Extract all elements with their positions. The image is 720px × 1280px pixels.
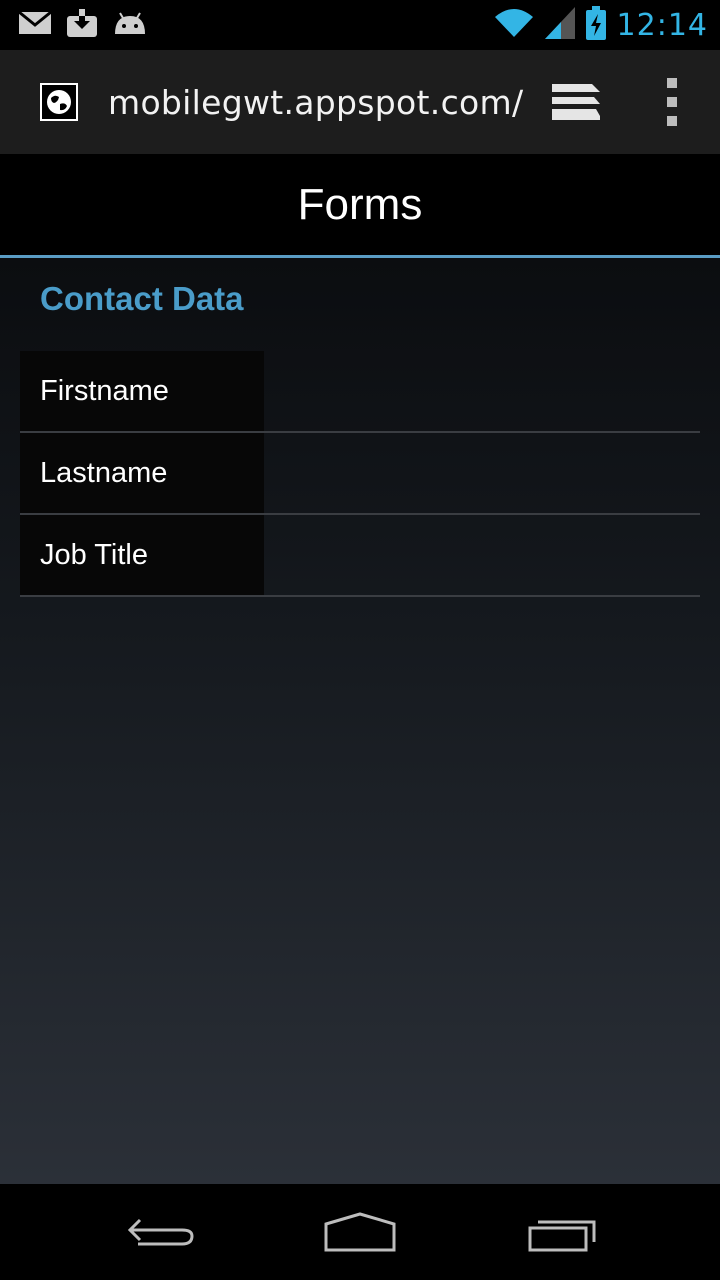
recent-apps-icon[interactable] (522, 1208, 602, 1256)
overflow-menu-icon[interactable] (660, 78, 684, 126)
section-title: Contact Data (40, 280, 244, 317)
clock: 12:14 (616, 7, 708, 43)
page-header: Forms (0, 154, 720, 255)
navigation-bar (0, 1184, 720, 1280)
firstname-field[interactable] (264, 351, 700, 431)
form-row-job-title: Job Title (20, 515, 700, 597)
globe-icon (40, 83, 78, 121)
job-title-field[interactable] (264, 515, 700, 595)
menu-dot (667, 97, 677, 107)
firstname-label: Firstname (20, 351, 264, 431)
status-bar: 12:14 (0, 0, 720, 50)
url-bar[interactable]: mobilegwt.appspot.com/ (108, 83, 523, 122)
menu-dot (667, 78, 677, 88)
download-icon (66, 8, 98, 42)
notification-icons (0, 8, 148, 42)
form-row-firstname: Firstname (20, 351, 700, 433)
page-title: Forms (297, 179, 423, 229)
job-title-label: Job Title (20, 515, 264, 595)
contact-form: Firstname Lastname Job Title (20, 351, 700, 597)
lastname-label: Lastname (20, 433, 264, 513)
home-icon[interactable] (320, 1208, 400, 1256)
form-row-lastname: Lastname (20, 433, 700, 515)
lastname-field[interactable] (264, 433, 700, 513)
signal-icon (544, 7, 575, 43)
browser-toolbar: mobilegwt.appspot.com/ (0, 50, 720, 154)
back-icon[interactable] (120, 1208, 200, 1256)
gmail-icon (18, 10, 52, 40)
main-content: Contact Data Firstname Lastname Job Titl… (0, 258, 720, 1184)
tabs-icon[interactable] (548, 80, 604, 124)
android-icon (112, 10, 148, 40)
wifi-icon (493, 7, 535, 43)
battery-charging-icon (585, 6, 607, 44)
menu-dot (667, 116, 677, 126)
system-icons: 12:14 (493, 6, 720, 44)
